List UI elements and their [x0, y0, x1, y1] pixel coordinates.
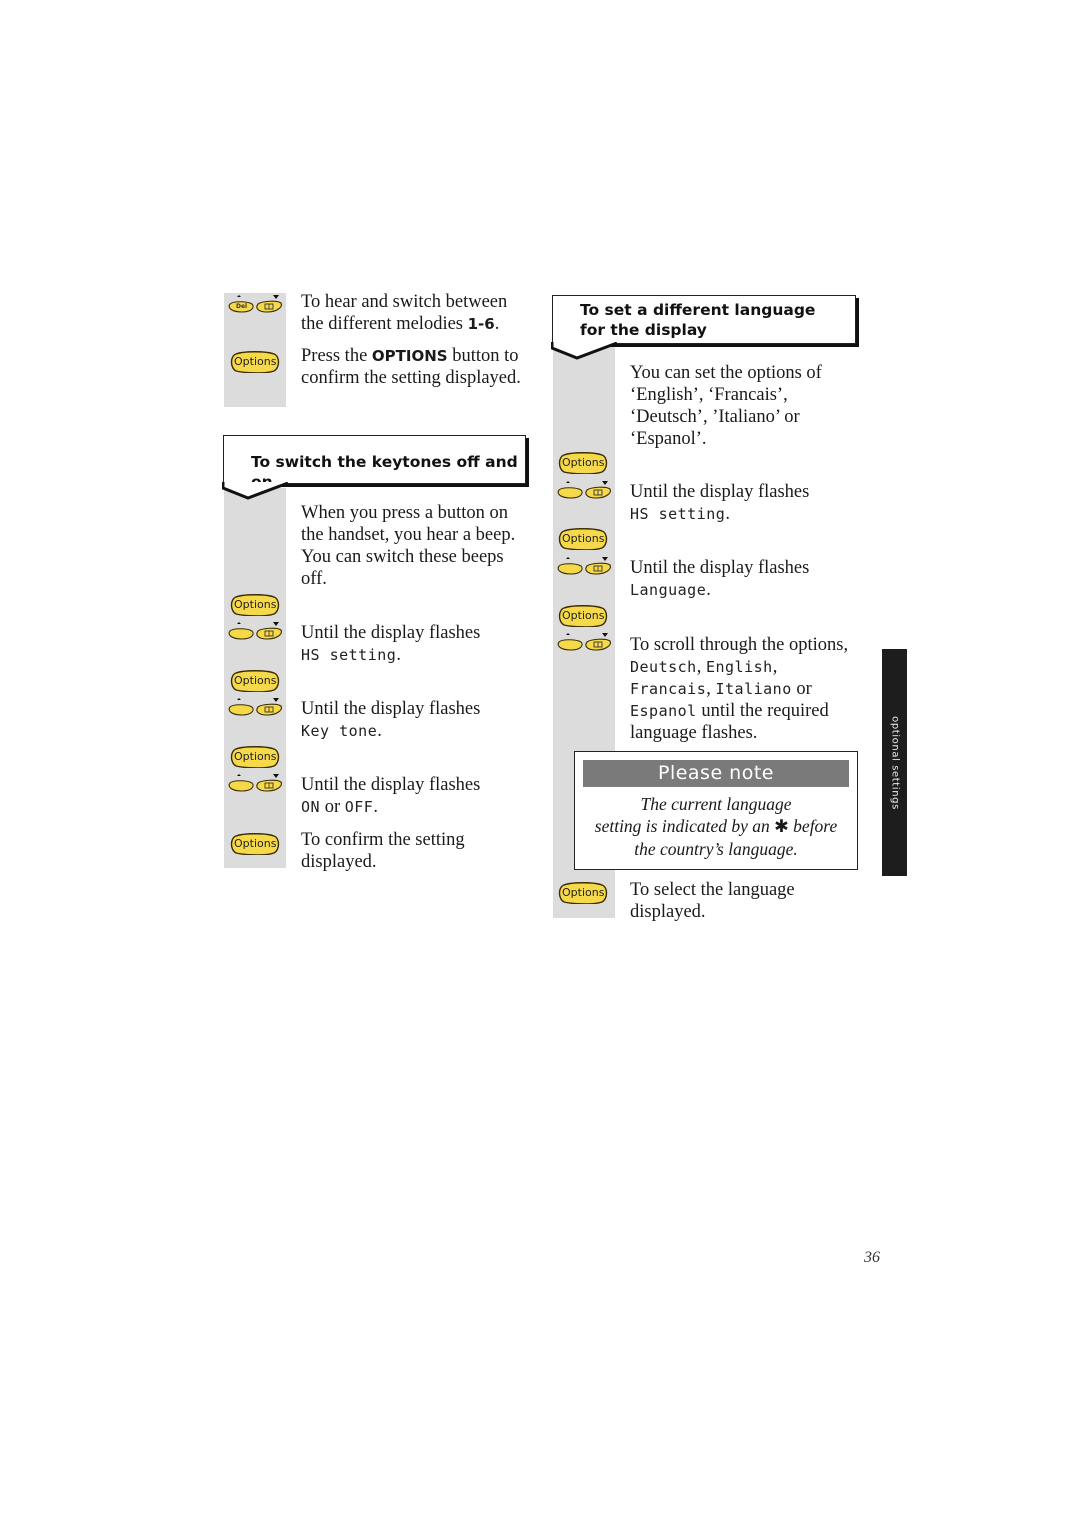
step-hs-setting: Until the display flashes HS setting.: [301, 623, 481, 665]
lcd-text: HS setting: [630, 505, 726, 523]
lcd-text: ON: [301, 798, 321, 816]
asterisk-icon: ✱: [774, 817, 789, 837]
note-title: Please note: [583, 760, 849, 787]
step-confirm: To confirm the setting displayed.: [301, 830, 465, 872]
step-language: Until the display flashes Language.: [630, 558, 810, 600]
keytones-section-heading: To switch the keytones off and on: [223, 435, 526, 491]
heading-pointer: [222, 482, 289, 500]
options-button-label: Options: [234, 674, 277, 687]
lcd-option: English: [705, 658, 773, 676]
lcd-option: Francais: [630, 680, 707, 698]
section-side-tab: optional settings: [882, 649, 907, 876]
options-button-label: Options: [234, 355, 277, 368]
lcd-text: Language: [630, 581, 707, 599]
lcd-option: Espanol: [630, 702, 697, 720]
nav-keys-icon: [227, 774, 283, 794]
heading-pointer: [551, 342, 618, 360]
nav-keys-icon: [556, 633, 612, 653]
melody-step-text: To hear and switch between the different…: [301, 292, 508, 334]
options-button-label: Options: [234, 750, 277, 763]
note-text: The current language setting is indicate…: [594, 794, 838, 859]
step-key-tone: Until the display flashes Key tone.: [301, 699, 481, 741]
language-section-heading: To set a different language for the disp…: [552, 295, 856, 344]
please-note-box: Please note The current language setting…: [574, 751, 858, 870]
step-scroll-options: To scroll through the options, Deutsch, …: [630, 635, 849, 743]
nav-keys-icon: [556, 557, 612, 577]
step-hs-setting: Until the display flashes HS setting.: [630, 482, 810, 524]
options-button-label: Options: [562, 532, 605, 545]
nav-keys-icon: [227, 698, 283, 718]
lcd-option: Italiano: [715, 680, 792, 698]
page-number: 36: [864, 1249, 880, 1266]
step-on-off: Until the display flashes ON or OFF.: [301, 775, 481, 817]
options-button-label: Options: [562, 456, 605, 469]
del-key-label: Del: [236, 303, 248, 310]
step-select-language: To select the language displayed.: [630, 880, 795, 922]
lcd-text: Key tone: [301, 722, 378, 740]
options-confirm-text: Press the OPTIONS button to confirm the …: [301, 346, 521, 388]
options-button-label: Options: [234, 837, 277, 850]
options-button-label: Options: [234, 598, 277, 611]
options-button-label: Options: [562, 886, 605, 899]
nav-keys-icon: [556, 481, 612, 501]
side-tab-label: optional settings: [889, 715, 900, 810]
lcd-option: Deutsch: [630, 658, 697, 676]
keytones-intro: When you press a button on the handset, …: [301, 503, 516, 589]
lcd-text: OFF: [344, 798, 374, 816]
lcd-text: HS setting: [301, 646, 397, 664]
language-intro: You can set the options of ‘English’, ‘F…: [630, 363, 822, 449]
nav-keys-icon: [227, 622, 283, 642]
options-button-label: Options: [562, 609, 605, 622]
